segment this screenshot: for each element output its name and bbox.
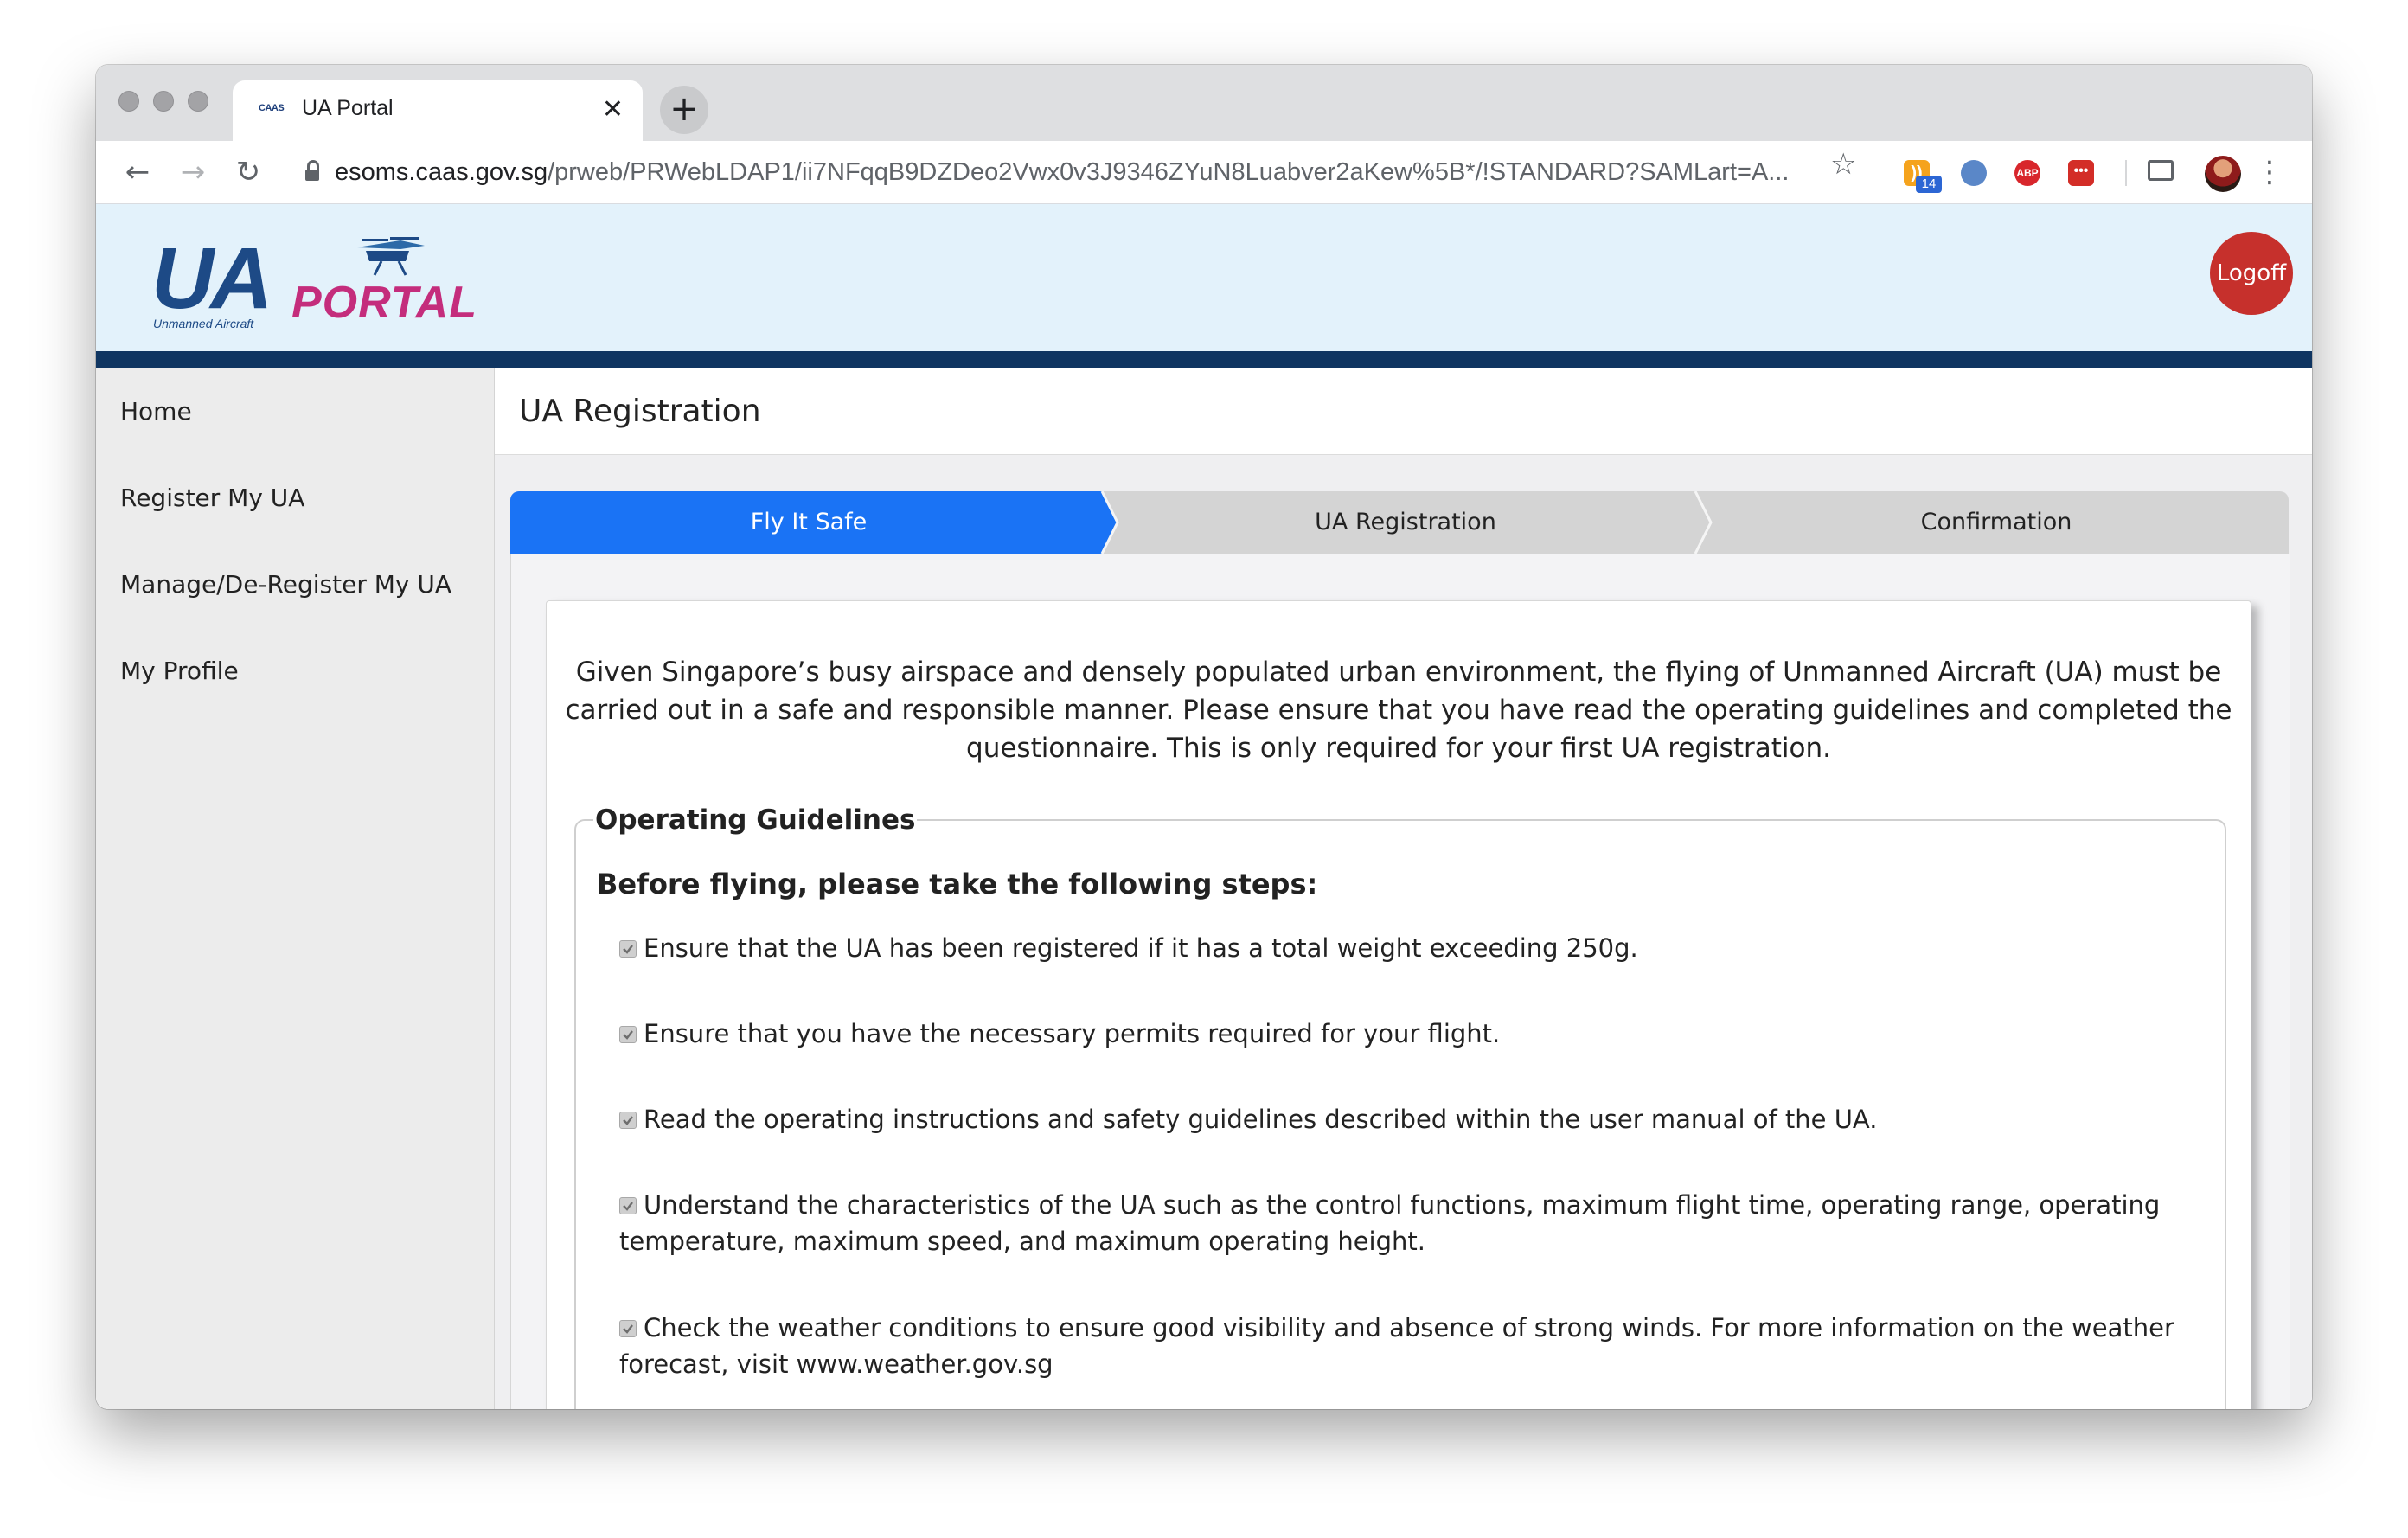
bookmark-star-icon[interactable]: ☆ [1830,150,1856,179]
url-path: /prweb/PRWebLDAP1/ii7NFqqB9DZDeo2Vwx0v3J… [548,158,1790,186]
rss-count-badge: 14 [1916,176,1942,193]
more-menu-icon[interactable]: ⋮ [2255,155,2284,189]
web-page: UA PORTAL Unmanned Aircraft Logoff Home … [96,204,2312,1409]
checkbox-checked-icon[interactable] [619,1197,637,1214]
profile-avatar[interactable] [2205,156,2241,192]
guideline-item: Understand the characteristics of the UA… [619,1187,2211,1259]
site-header: UA PORTAL Unmanned Aircraft Logoff [96,204,2312,351]
step-fly-it-safe[interactable]: Fly It Safe [510,491,1107,554]
cast-icon[interactable] [2148,160,2174,181]
zoom-window-button[interactable] [188,91,208,112]
operating-guidelines-section: Operating Guidelines Before flying, plea… [574,804,2226,1409]
reload-icon[interactable]: ↻ [226,150,271,195]
guideline-item: Ensure that the UA has been registered i… [619,930,2211,966]
logoff-button[interactable]: Logoff [2210,232,2293,315]
guideline-item: Ensure that you have the necessary permi… [619,1016,2211,1052]
tab-title: UA Portal [302,96,394,120]
url-text[interactable]: esoms.caas.gov.sg/prweb/PRWebLDAP1/ii7NF… [335,158,1805,187]
lock-icon [305,160,319,183]
tab-strip: CAAS UA Portal ✕ + [96,65,2312,141]
guideline-text: Ensure that you have the necessary permi… [644,1019,1501,1048]
caas-favicon-icon: CAAS [259,103,285,113]
extension-icon[interactable] [1961,160,1987,186]
toolbar-divider [2125,160,2127,186]
tab-close-icon[interactable]: ✕ [602,93,624,127]
checkbox-checked-icon[interactable] [619,1112,637,1129]
logo-ua-text: UA [151,230,272,327]
fly-it-safe-card: Given Singapore’s busy airspace and dens… [546,600,2251,1409]
before-flying-heading: Before flying, please take the following… [597,868,1318,900]
adblock-extension-icon[interactable]: ABP [2014,160,2040,186]
checkbox-checked-icon[interactable] [619,940,637,958]
lastpass-extension-icon[interactable]: ••• [2068,160,2094,186]
sidebar: Home Register My UA Manage/De-Register M… [96,368,495,1409]
url-host: esoms.caas.gov.sg [335,158,548,186]
guideline-item: Check the weather conditions to ensure g… [619,1310,2211,1382]
forward-icon[interactable]: → [170,150,215,195]
back-icon[interactable]: ← [115,150,160,195]
guideline-text: Read the operating instructions and safe… [644,1105,1878,1134]
step-confirmation[interactable]: Confirmation [1704,491,2289,554]
logo-portal-text: PORTAL [291,278,477,328]
intro-text: Given Singapore’s busy airspace and dens… [565,657,2232,764]
guideline-text: Ensure that the UA has been registered i… [644,933,1638,963]
logo-subtitle: Unmanned Aircraft [153,317,254,330]
main-content: UA Registration Fly It Safe UA Registrat… [495,368,2312,1409]
address-bar[interactable]: esoms.caas.gov.sg/prweb/PRWebLDAP1/ii7NF… [288,148,1911,196]
tab-ua-portal[interactable]: CAAS UA Portal ✕ [233,80,643,141]
guideline-text: Understand the characteristics of the UA… [619,1190,2161,1256]
step-content-frame: Given Singapore’s busy airspace and dens… [510,554,2290,1409]
page-title-bar: UA Registration [495,368,2312,455]
operating-guidelines-legend: Operating Guidelines [593,804,918,836]
header-divider-bar [96,351,2312,368]
new-tab-button[interactable]: + [660,86,708,134]
sidebar-item-home[interactable]: Home [120,397,192,426]
sidebar-item-register[interactable]: Register My UA [120,484,304,512]
checkbox-checked-icon[interactable] [619,1320,637,1337]
close-window-button[interactable] [118,91,139,112]
sidebar-item-manage[interactable]: Manage/De-Register My UA [120,570,452,599]
checkbox-checked-icon[interactable] [619,1026,637,1043]
ua-portal-logo[interactable]: UA PORTAL Unmanned Aircraft [150,235,504,330]
guideline-text: Check the weather conditions to ensure g… [619,1313,2174,1379]
registration-stepper: Fly It Safe UA Registration Confirmation [510,491,2289,554]
page-title: UA Registration [519,394,761,429]
step-ua-registration[interactable]: UA Registration [1107,491,1704,554]
browser-window: CAAS UA Portal ✕ + ← → ↻ esoms.caas.gov.… [96,65,2312,1409]
sidebar-item-profile[interactable]: My Profile [120,657,239,685]
guideline-item: Read the operating instructions and safe… [619,1101,2211,1137]
minimize-window-button[interactable] [153,91,174,112]
browser-toolbar: ← → ↻ esoms.caas.gov.sg/prweb/PRWebLDAP1… [96,141,2312,204]
